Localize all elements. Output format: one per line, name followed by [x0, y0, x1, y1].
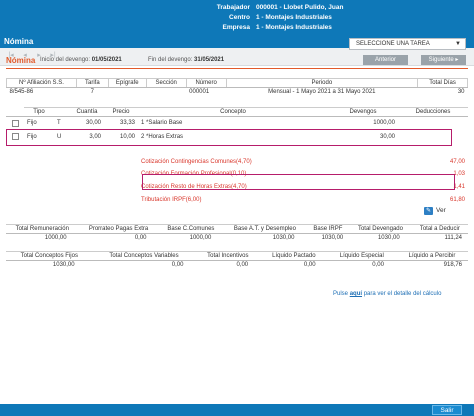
concept-cell — [398, 117, 468, 130]
totals-cell: 1000,00 — [44, 235, 67, 242]
concept-header: Devengos — [328, 107, 398, 117]
footer-bar — [0, 404, 474, 416]
inicio-devengo: Inicio del devengo: 01/05/2021 — [40, 57, 122, 63]
totals-cell: 1030,00 — [321, 235, 344, 242]
concept-header: Tipo — [24, 107, 54, 117]
totals-header: Total Incentivos — [195, 251, 261, 261]
totals-table-2: Total Conceptos Fijos Total Conceptos Va… — [6, 251, 468, 270]
concept-cell: 1000,00 — [373, 120, 395, 127]
table-row: Fijo T 30,00 33,33 1 *Salario Base 1000,… — [6, 117, 468, 130]
info-cell: Mensual - 1 Mayo 2021 a 31 Mayo 2021 — [268, 89, 376, 96]
detail-hint: Pulse aquí para ver el detalle del cálcu… — [333, 291, 442, 297]
totals-header: Total Devengado — [349, 224, 412, 234]
concept-cell: 33,33 — [119, 120, 135, 127]
edit-icon: ✎ — [424, 207, 433, 215]
totals-header: Líquido a Percibir — [395, 251, 468, 261]
info-cell: 000001 — [189, 89, 210, 96]
info-header: Nº Afiliación S.S. — [6, 78, 77, 88]
empresa-label: Empresa — [222, 24, 250, 31]
concept-cell: 30,00 — [85, 120, 101, 127]
concept-header: Cuantía — [70, 107, 104, 117]
totals-header: Total Conceptos Variables — [92, 251, 196, 261]
totals-cell: 1000,00 — [189, 235, 212, 242]
totals-cell: 0,00 — [134, 235, 147, 242]
totals-header: Total a Deducir — [411, 224, 468, 234]
concept-cell: 47,00 — [449, 158, 465, 165]
concept-cell: T — [57, 120, 61, 127]
info-cell: 8/545-86 — [9, 89, 34, 96]
totals-cell: 1030,00 — [52, 262, 75, 269]
section-title: Nómina — [6, 56, 36, 65]
salir-button[interactable]: Salir — [432, 405, 462, 415]
totals-cell: 918,76 — [443, 262, 462, 269]
totals-cell: 111,24 — [444, 235, 462, 242]
info-header: Periodo — [225, 78, 419, 88]
info-cell — [108, 88, 146, 97]
page-title: Nómina — [4, 37, 34, 46]
concept-header: Precio — [104, 107, 138, 117]
totals-cell: 0,00 — [171, 262, 184, 269]
totals-header: Base IRPF — [306, 224, 350, 234]
empresa-value: 1 - Montajes Industriales — [256, 24, 332, 31]
detail-link[interactable]: aquí — [350, 291, 362, 297]
totals-header: Total Remuneración — [6, 224, 79, 234]
concept-cell: Tributación IRPF(6,00) — [141, 196, 202, 203]
totals-cell: 0,00 — [372, 262, 384, 269]
totals-cell: 1030,00 — [377, 235, 400, 242]
concept-cell: Fijo — [27, 120, 37, 127]
divider — [6, 68, 468, 69]
ver-button[interactable]: ✎ Ver — [424, 207, 446, 215]
concept-cell: 1 *Salario Base — [141, 120, 183, 127]
totals-cell: 0,00 — [303, 262, 316, 269]
totals-cell: 0,00 — [236, 262, 249, 269]
info-header: Epígrafe — [107, 78, 147, 88]
task-select[interactable]: SELECCIONE UNA TAREA ▼ — [349, 38, 466, 50]
totals-table: Total Remuneración Prorrateo Pagas Extra… — [6, 224, 468, 243]
centro-label: Centro — [229, 14, 250, 21]
row-checkbox[interactable] — [11, 119, 19, 127]
table-row: Cotización Contingencias Comunes(4,70) 4… — [6, 156, 468, 168]
info-cell: 30 — [457, 89, 465, 96]
totals-header: Líquido Pactado — [260, 251, 328, 261]
trabajador-value: 000001 - Llobet Pulido, Juan — [256, 4, 344, 11]
siguiente-button[interactable]: Siguiente ▸ — [421, 55, 466, 65]
info-header: Tarifa — [75, 78, 109, 88]
totals-header: Líquido Especial — [327, 251, 396, 261]
concept-header: Concepto — [138, 107, 328, 117]
info-header: Sección — [145, 78, 187, 88]
highlight-box — [6, 129, 452, 146]
centro-value: 1 - Montajes Industriales — [256, 14, 332, 21]
concept-header: Deducciones — [398, 107, 468, 117]
totals-header: Total Conceptos Fijos — [6, 251, 93, 261]
totals-cell: 1030,00 — [272, 235, 295, 242]
info-cell — [146, 88, 186, 97]
highlight-box — [142, 174, 455, 190]
fin-devengo: Fin del devengo: 31/05/2021 — [148, 57, 225, 63]
concept-cell: Cotización Contingencias Comunes(4,70) — [141, 158, 252, 165]
info-table: Nº Afiliación S.S. Tarifa Epígrafe Secci… — [6, 78, 468, 97]
totals-header: Base A.T. y Desempleo — [223, 224, 307, 234]
task-select-value: SELECCIONE UNA TAREA — [356, 41, 430, 47]
info-cell: 7 — [90, 89, 94, 96]
trabajador-label: Trabajador — [216, 4, 250, 11]
info-header: Número — [185, 78, 227, 88]
totals-header: Base C.Comunes — [158, 224, 224, 234]
concept-cell: 61,80 — [449, 196, 465, 203]
totals-header: Prorrateo Pagas Extra — [78, 224, 159, 234]
chevron-down-icon: ▼ — [455, 41, 461, 47]
anterior-button[interactable]: Anterior — [363, 55, 408, 65]
table-row: Tributación IRPF(6,00) 61,80 — [6, 194, 468, 206]
concept-table: Tipo Cuantía Precio Concepto Devengos De… — [6, 107, 468, 206]
info-header: Total Días — [417, 78, 468, 88]
